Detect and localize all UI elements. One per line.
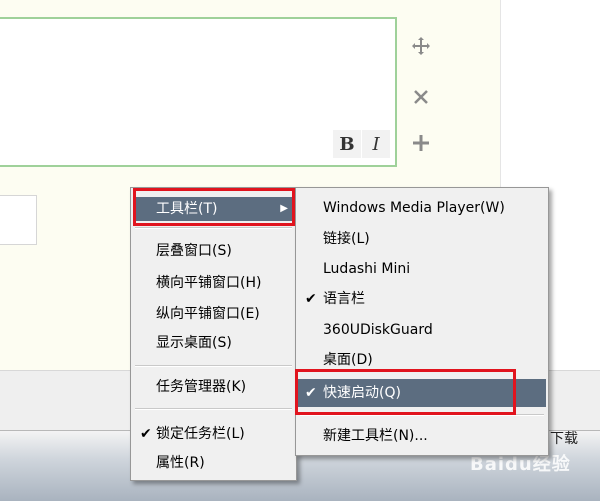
- close-icon[interactable]: [408, 84, 434, 110]
- bold-button[interactable]: B: [333, 130, 361, 158]
- move-icon[interactable]: [408, 33, 434, 59]
- menu-item-label: 锁定任务栏(L): [156, 426, 245, 442]
- submenu-item-links[interactable]: 链接(L): [298, 227, 546, 251]
- menu-item-lock-taskbar[interactable]: ✔ 锁定任务栏(L): [133, 422, 294, 446]
- check-icon: ✔: [305, 291, 317, 307]
- toolbars-submenu: Windows Media Player(W) 链接(L) Ludashi Mi…: [295, 187, 549, 456]
- menu-item-show-desktop[interactable]: 显示桌面(S): [133, 331, 294, 355]
- submenu-item-new-toolbar[interactable]: 新建工具栏(N)...: [298, 424, 546, 448]
- plus-icon[interactable]: [408, 130, 434, 156]
- menu-item-properties[interactable]: 属性(R): [133, 451, 294, 475]
- taskbar-context-menu: 工具栏(T) ▶ 层叠窗口(S) 横向平铺窗口(H) 纵向平铺窗口(E) 显示桌…: [130, 187, 297, 481]
- menu-item-task-manager[interactable]: 任务管理器(K): [133, 375, 294, 399]
- submenu-item-360udiskguard[interactable]: 360UDiskGuard: [298, 318, 546, 342]
- menu-separator: [135, 408, 292, 410]
- annotation-highlight-toolbars: [133, 188, 295, 226]
- submenu-item-ludashi-mini[interactable]: Ludashi Mini: [298, 257, 546, 281]
- annotation-highlight-quick-launch: [295, 369, 516, 415]
- menu-item-tile-horizontal[interactable]: 横向平铺窗口(H): [133, 271, 294, 295]
- menu-item-label: 语言栏: [323, 291, 365, 307]
- download-label[interactable]: 下载: [550, 428, 578, 448]
- check-icon: ✔: [140, 426, 152, 442]
- input-box[interactable]: [0, 195, 37, 245]
- menu-item-tile-vertical[interactable]: 纵向平铺窗口(E): [133, 302, 294, 326]
- italic-button[interactable]: I: [362, 130, 390, 158]
- menu-item-cascade[interactable]: 层叠窗口(S): [133, 239, 294, 263]
- submenu-item-language-bar[interactable]: ✔ 语言栏: [298, 287, 546, 311]
- submenu-item-windows-media-player[interactable]: Windows Media Player(W): [298, 196, 546, 220]
- menu-separator: [135, 227, 292, 229]
- menu-separator: [135, 365, 292, 367]
